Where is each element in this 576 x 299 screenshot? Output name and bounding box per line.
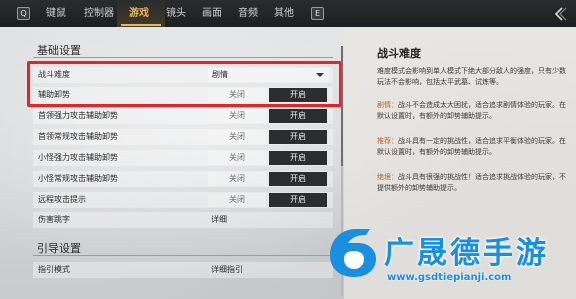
- scrollbar-thumb[interactable]: [341, 46, 343, 166]
- description-item-story: 剧情：战斗不会造成太大困扰，适合追求剧情体验的玩家。在默认设置时，有额外的卸势辅…: [377, 100, 567, 122]
- settings-row-minion-heavy-deflect: 小怪强力攻击辅助卸势 关闭 开启: [33, 150, 333, 166]
- row-label: 小怪常规攻击辅助卸势: [38, 174, 118, 183]
- tab-game[interactable]: 游戏: [129, 0, 149, 27]
- damage-numbers-value[interactable]: 详细: [211, 212, 227, 228]
- row-label: 远程攻击提示: [38, 195, 86, 204]
- tab-other[interactable]: 其他: [274, 0, 294, 27]
- highlight-box: [27, 61, 342, 107]
- toggle-off-button[interactable]: 关闭: [208, 130, 266, 144]
- description-item-extreme: 绝境：战斗具有很强的挑战性！适合追求挑战体验的玩家，不提供额外的卸势辅助提示。: [377, 172, 567, 194]
- guide-mode-value[interactable]: 详细指引: [211, 262, 243, 278]
- settings-row-damage-numbers[interactable]: 伤害跳字 详细: [33, 212, 333, 228]
- tab-keyboard-mouse[interactable]: 键鼠: [46, 0, 66, 27]
- difficulty-desc: 战斗不会造成太大困扰，适合追求剧情体验的玩家。在默认设置时，有额外的卸势辅助提示…: [377, 101, 566, 120]
- settings-row-boss-normal-deflect: 首领常规攻击辅助卸势 关闭 开启: [33, 129, 333, 145]
- row-label: 小怪强力攻击辅助卸势: [38, 153, 118, 162]
- toggle-on-button[interactable]: 开启: [269, 172, 327, 186]
- row-label: 首领常规攻击辅助卸势: [38, 132, 118, 141]
- guide-settings-title: 引导设置: [37, 242, 81, 255]
- settings-row-boss-heavy-deflect: 首领强力攻击辅助卸势 关闭 开启: [33, 108, 333, 124]
- toggle-on-button[interactable]: 开启: [269, 193, 327, 207]
- row-label: 首领强力攻击辅助卸势: [38, 111, 118, 120]
- difficulty-keyword: 剧情：: [377, 101, 398, 109]
- toggle-on-button[interactable]: 开启: [269, 109, 327, 123]
- settings-row-guide-mode[interactable]: 指引模式 详细指引: [33, 262, 333, 278]
- toggle-on-button[interactable]: 开启: [269, 151, 327, 165]
- back-icon[interactable]: [552, 6, 568, 22]
- difficulty-keyword: 推荐：: [377, 137, 398, 145]
- settings-row-minion-normal-deflect: 小怪常规攻击辅助卸势 关闭 开启: [33, 171, 333, 187]
- e-key-icon[interactable]: E: [311, 7, 324, 20]
- section-divider: [33, 255, 333, 256]
- description-title: 战斗难度: [377, 47, 421, 60]
- toggle-off-button[interactable]: 关闭: [208, 109, 266, 123]
- difficulty-desc: 战斗具有一定的挑战性，适合追求平衡体验的玩家。在默认设置时，有额外的卸势辅助提示…: [377, 137, 566, 156]
- active-tab-underline: [121, 24, 161, 26]
- description-item-recommended: 推荐：战斗具有一定的挑战性，适合追求平衡体验的玩家。在默认设置时，有额外的卸势辅…: [377, 136, 567, 158]
- toggle-off-button[interactable]: 关闭: [208, 172, 266, 186]
- settings-row-ranged-hint: 远程攻击提示 关闭 开启: [33, 192, 333, 208]
- row-label: 指引模式: [38, 265, 70, 274]
- tab-camera[interactable]: 镜头: [166, 0, 186, 27]
- difficulty-desc: 战斗具有很强的挑战性！适合追求挑战体验的玩家，不提供额外的卸势辅助提示。: [377, 173, 566, 192]
- q-key-icon[interactable]: Q: [17, 7, 30, 20]
- tab-audio[interactable]: 音频: [238, 0, 258, 27]
- row-label: 伤害跳字: [38, 215, 70, 224]
- tab-graphics[interactable]: 画面: [202, 0, 222, 27]
- toggle-off-button[interactable]: 关闭: [208, 193, 266, 207]
- tab-controller[interactable]: 控制器: [84, 0, 114, 27]
- top-navigation-bar: Q 键鼠 控制器 游戏 镜头 画面 音频 其他 E: [0, 0, 576, 27]
- difficulty-keyword: 绝境：: [377, 173, 398, 181]
- section-divider: [33, 57, 333, 58]
- watermark-logo: [330, 229, 376, 277]
- basic-settings-title: 基础设置: [37, 44, 81, 57]
- description-intro: 难度模式会影响到单人模式下绝大部分敌人的强度，只有少数玩法不会影响，包括太平武墓…: [377, 67, 566, 86]
- toggle-on-button[interactable]: 开启: [269, 130, 327, 144]
- watermark-brand: 广晟德手游: [384, 236, 549, 271]
- watermark-url: www.gsdtiepianji.com: [387, 272, 512, 283]
- toggle-off-button[interactable]: 关闭: [208, 151, 266, 165]
